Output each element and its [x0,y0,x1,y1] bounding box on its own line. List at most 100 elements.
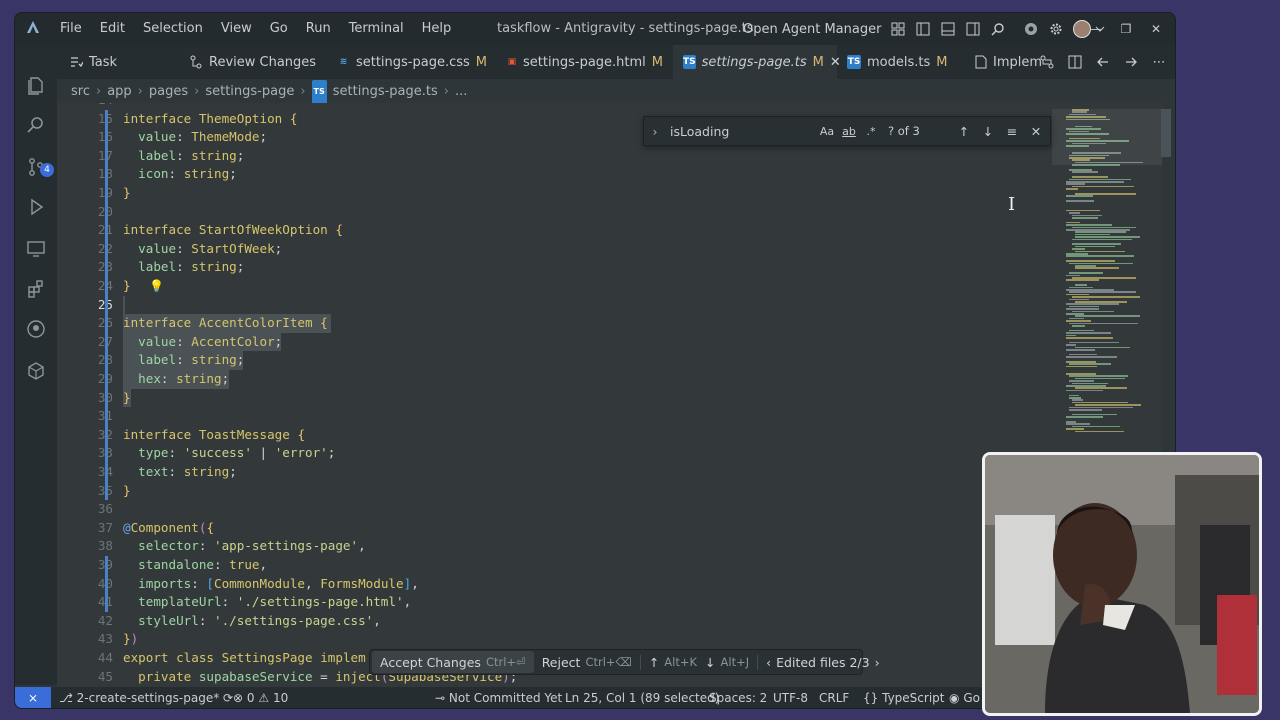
minimap-viewport[interactable] [1052,109,1162,165]
search-icon[interactable] [26,115,46,135]
code-line[interactable]: 20 [57,203,1052,222]
code-line[interactable]: 14 [57,103,1052,110]
menu-edit[interactable]: Edit [91,13,134,45]
language-mode[interactable]: {} TypeScript [863,687,944,708]
line-ending[interactable]: CRLF [819,687,849,708]
gear-icon[interactable] [1048,21,1064,37]
arrow-left-icon[interactable] [1095,54,1111,70]
code-editor[interactable]: 1415interface ThemeOption {16 value: The… [57,103,1052,687]
code-line[interactable]: 36 [57,500,1052,519]
code-line[interactable]: 22 value: StartOfWeek; [57,240,1052,259]
minimize-icon[interactable]: — [1081,13,1111,45]
problems-indicator[interactable]: ⊗ 0 ⚠ 10 [233,687,288,708]
more-icon[interactable]: ⋯ [1151,54,1167,70]
tab-settings-page-html[interactable]: ▣ settings-page.html M [497,45,673,79]
cursor-position[interactable]: Ln 25, Col 1 (89 selected) [565,687,719,708]
code-line[interactable]: 38 selector: 'app-settings-page', [57,537,1052,556]
remote-icon[interactable]: ⨯ [15,687,51,708]
accept-changes-button[interactable]: Accept Changes Ctrl+⏎ [372,651,534,673]
encoding[interactable]: UTF-8 [773,687,808,708]
sync-icon[interactable]: ⟳ [223,691,233,705]
code-line[interactable]: 17 label: string; [57,147,1052,166]
close-icon[interactable]: ✕ [1141,13,1171,45]
find-input[interactable]: isLoading [666,124,816,139]
code-line[interactable]: 40 imports: [CommonModule, FormsModule], [57,575,1052,594]
reject-button[interactable]: Reject Ctrl+⌫ [534,655,640,670]
menu-selection[interactable]: Selection [134,13,212,45]
toggle-panel-icon[interactable] [940,21,956,37]
breadcrumb-item[interactable]: pages [149,81,188,103]
indentation[interactable]: Spaces: 2 [709,687,767,708]
match-whole-word-button[interactable]: ab [838,125,860,138]
code-line[interactable]: 34 text: string; [57,463,1052,482]
chrome-icon[interactable] [1023,21,1039,37]
code-line[interactable]: 43}) [57,630,1052,649]
restore-icon[interactable]: ❐ [1111,13,1141,45]
previous-change-button[interactable]: ↑ Alt+K [639,654,705,670]
breadcrumb-item[interactable]: settings-page [205,81,294,103]
use-regex-button[interactable]: .* [860,125,882,138]
tab-task[interactable]: Task [57,45,179,79]
extensions-icon[interactable] [26,279,46,299]
code-line[interactable]: 41 templateUrl: './settings-page.html', [57,593,1052,612]
breadcrumb-item[interactable]: src [71,81,90,103]
tab-implementation[interactable]: Implem [965,45,1045,79]
arrow-up-icon[interactable]: ↑ [952,124,976,139]
code-line[interactable]: 23 label: string; [57,258,1052,277]
code-line[interactable]: 28 label: string; [57,351,1052,370]
branch-indicator[interactable]: ⎇ 2-create-settings-page* ⟳ [59,687,233,708]
next-change-button[interactable]: ↓ Alt+J [705,655,757,670]
code-line[interactable]: 33 type: 'success' | 'error'; [57,444,1052,463]
menu-help[interactable]: Help [413,13,461,45]
menu-view[interactable]: View [212,13,261,45]
compare-icon[interactable] [1039,54,1055,70]
lightbulb-icon[interactable]: 💡 [149,277,164,296]
code-line[interactable]: 37 @Component({ [57,519,1052,538]
code-line[interactable]: 31 [57,407,1052,426]
code-line[interactable]: 26interface AccentColorItem { [57,314,1052,333]
find-in-selection-icon[interactable]: ≡ [1000,124,1024,139]
tab-review-changes[interactable]: Review Changes [179,45,327,79]
open-agent-manager-button[interactable]: Open Agent Manager [743,22,881,37]
code-line[interactable]: 30} [57,388,1052,408]
tab-settings-page-css[interactable]: ≋ settings-page.css M [327,45,497,79]
menu-run[interactable]: Run [297,13,340,45]
split-editor-icon[interactable] [1067,54,1083,70]
go-live[interactable]: ◉ Go [949,687,980,708]
arrow-right-icon[interactable] [1123,54,1139,70]
breadcrumb-item[interactable]: ... [455,81,467,103]
package-icon[interactable] [26,361,46,381]
git-change-indicator[interactable] [105,109,108,501]
run-debug-icon[interactable] [26,197,46,217]
toggle-secondary-sidebar-icon[interactable] [965,21,981,37]
code-line[interactable]: 19} [57,184,1052,203]
match-case-button[interactable]: Aa [816,125,838,138]
code-line[interactable]: 21interface StartOfWeekOption { [57,221,1052,240]
git-change-indicator[interactable] [105,556,108,612]
layout-icon[interactable] [890,21,906,37]
tab-models-ts[interactable]: TS models.ts M [837,45,965,79]
code-line[interactable]: 29 hex: string; [57,370,1052,389]
code-line[interactable]: 27 value: AccentColor; [57,332,1052,352]
toggle-replace-icon[interactable]: › [644,124,666,139]
search-icon[interactable] [990,21,1006,37]
close-icon[interactable]: ✕ [1024,124,1048,139]
github-icon[interactable] [26,319,46,339]
toggle-sidebar-icon[interactable] [915,21,931,37]
code-line[interactable]: 39 standalone: true, [57,556,1052,575]
chevron-left-icon[interactable]: ‹ [766,655,771,670]
code-line[interactable]: 24}💡 [57,277,1052,296]
scrollbar[interactable] [1161,109,1171,157]
git-blame[interactable]: ⊸ Not Committed Yet [435,687,562,708]
tab-settings-page-ts[interactable]: TS settings-page.ts M ✕ [673,45,841,79]
arrow-down-icon[interactable]: ↓ [976,124,1000,139]
remote-explorer-icon[interactable] [26,239,46,259]
code-line[interactable]: 42 styleUrl: './settings-page.css', [57,612,1052,631]
code-line[interactable]: 25 [57,295,1052,315]
explorer-icon[interactable] [26,75,46,95]
breadcrumb-item[interactable]: app [107,81,131,103]
code-line[interactable]: 18 icon: string; [57,165,1052,184]
code-line[interactable]: 35} [57,482,1052,501]
code-line[interactable]: 32interface ToastMessage { [57,426,1052,445]
menu-go[interactable]: Go [261,13,297,45]
